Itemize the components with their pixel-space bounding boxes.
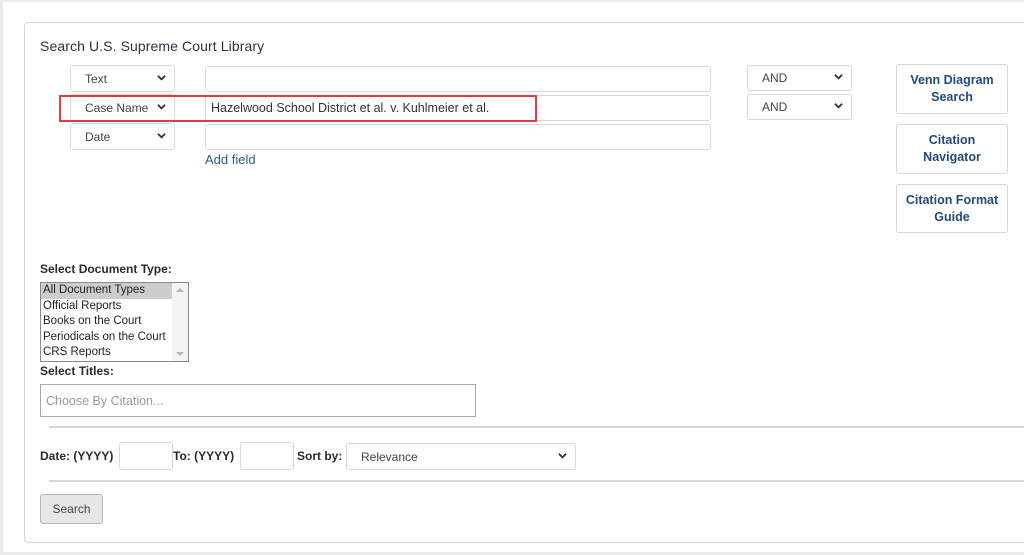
operator-select-2[interactable]: AND	[747, 94, 852, 120]
field-select-1-value: Text	[85, 71, 108, 86]
citation-navigator-button[interactable]: Citation Navigator	[896, 124, 1008, 174]
search-term-input-3[interactable]	[205, 124, 711, 150]
divider	[49, 426, 1024, 428]
date-to-label: To: (YYYY)	[173, 449, 235, 463]
operator-select-2-value: AND	[762, 100, 788, 114]
page-title: Search U.S. Supreme Court Library	[40, 38, 265, 54]
sort-by-label: Sort by:	[297, 449, 343, 463]
search-term-input-2[interactable]: Hazelwood School District et al. v. Kuhl…	[205, 95, 711, 121]
citation-format-guide-button[interactable]: Citation Format Guide	[896, 184, 1008, 233]
operator-select-1-value: AND	[762, 71, 788, 85]
sort-by-select[interactable]: Relevance	[346, 443, 576, 470]
document-type-listbox[interactable]: All Document Types Official Reports Book…	[40, 282, 189, 362]
chevron-down-icon	[157, 132, 166, 139]
citation-format-guide-label: Citation Format Guide	[905, 192, 999, 224]
listbox-scrollbar[interactable]	[172, 283, 188, 361]
field-select-2[interactable]: Case Name	[70, 94, 175, 121]
choose-by-citation-input[interactable]: Choose By Citation...	[40, 384, 476, 417]
document-type-option[interactable]: Books on the Court	[41, 314, 172, 330]
date-from-input[interactable]	[119, 442, 173, 470]
field-select-3-value: Date	[85, 129, 111, 144]
chevron-down-icon	[157, 74, 166, 81]
sort-by-value: Relevance	[361, 449, 418, 464]
venn-diagram-search-button[interactable]: Venn Diagram Search	[896, 64, 1008, 114]
field-select-3[interactable]: Date	[70, 123, 175, 150]
document-type-option[interactable]: Official Reports	[41, 299, 172, 315]
select-titles-label: Select Titles:	[40, 364, 114, 378]
add-field-link[interactable]: Add field	[205, 152, 256, 167]
scroll-down-arrow-icon[interactable]	[176, 352, 184, 356]
divider	[49, 480, 1024, 482]
field-select-1[interactable]: Text	[70, 65, 175, 92]
chevron-down-icon	[157, 103, 166, 110]
chevron-down-icon	[834, 103, 843, 109]
field-select-2-value: Case Name	[85, 100, 149, 115]
date-to-input[interactable]	[240, 442, 294, 470]
document-type-option[interactable]: CRS Reports	[41, 345, 172, 361]
search-term-input-1[interactable]	[205, 66, 711, 92]
operator-select-1[interactable]: AND	[747, 65, 852, 91]
venn-diagram-search-label: Venn Diagram Search	[910, 73, 994, 104]
citation-navigator-label: Citation Navigator	[923, 133, 981, 164]
search-button[interactable]: Search	[40, 494, 103, 524]
document-type-option[interactable]: Periodicals on the Court	[41, 330, 172, 346]
document-type-option[interactable]: All Document Types	[41, 283, 172, 299]
chevron-down-icon	[834, 74, 843, 80]
scroll-up-arrow-icon[interactable]	[176, 288, 184, 292]
document-type-label: Select Document Type:	[40, 262, 172, 276]
date-from-label: Date: (YYYY)	[40, 449, 114, 463]
chevron-down-icon	[558, 452, 567, 459]
